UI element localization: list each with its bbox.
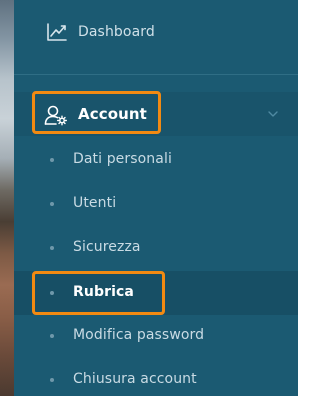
sidebar-subitem-modifica-password[interactable]: Modifica password [14,314,298,358]
sidebar-subitem-sicurezza[interactable]: Sicurezza [14,226,298,270]
sidebar: Dashboard Account Dati personali Utenti [14,0,298,396]
bullet-icon [50,158,54,162]
sidebar-subitem-label: Modifica password [73,327,205,343]
sidebar-subitem-label: Utenti [73,195,117,211]
sidebar-subitem-label: Chiusura account [73,371,197,387]
sidebar-item-dashboard-label: Dashboard [78,24,155,40]
viewport: Dashboard Account Dati personali Utenti [0,0,298,396]
sidebar-subitem-dati-personali[interactable]: Dati personali [14,138,298,182]
highlight-box-rubrica [32,271,165,315]
background-photo [0,0,14,396]
sidebar-divider [14,74,298,75]
bullet-icon [50,334,54,338]
sidebar-subitem-label: Sicurezza [73,239,141,255]
sidebar-subitem-chiusura-account[interactable]: Chiusura account [14,358,298,396]
bullet-icon [50,378,54,382]
chevron-down-icon[interactable] [268,110,278,118]
sidebar-item-dashboard[interactable]: Dashboard [14,0,298,66]
highlight-box-account [32,91,161,134]
sidebar-subitem-label: Dati personali [73,151,172,167]
sidebar-subitem-utenti[interactable]: Utenti [14,182,298,226]
bullet-icon [50,246,54,250]
bullet-icon [50,202,54,206]
chart-line-icon [47,23,67,41]
